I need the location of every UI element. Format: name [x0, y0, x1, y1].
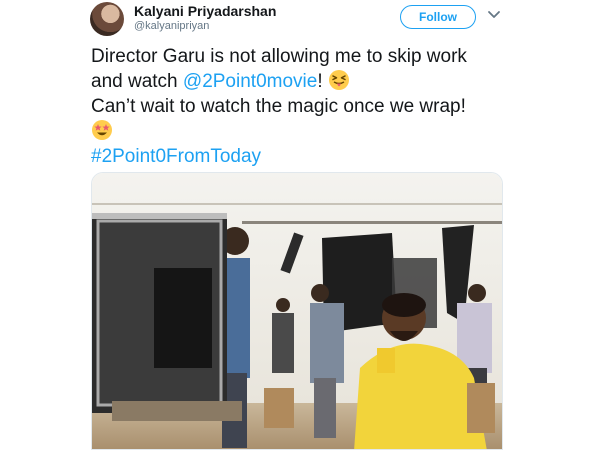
tweet-line-4 [91, 119, 551, 144]
tweet-line-2: and watch @2Point0movie! [91, 69, 551, 94]
mention-link[interactable]: @2Point0movie [183, 71, 317, 92]
tweet-line-3: Can’t wait to watch the magic once we wr… [91, 96, 466, 117]
tweet-text: Director Garu is not allowing me to skip… [91, 44, 551, 169]
star-struck-emoji-icon [92, 120, 112, 140]
chevron-down-icon[interactable] [487, 8, 501, 22]
squinting-tongue-emoji-icon [328, 70, 349, 90]
follow-button[interactable]: Follow [400, 5, 476, 29]
tweet-line-2-pre: and watch [91, 71, 183, 92]
user-name[interactable]: Kalyani Priyadarshan [134, 3, 276, 19]
set-photo-image [92, 173, 502, 449]
tweet-line-1: Director Garu is not allowing me to skip… [91, 46, 467, 67]
tweet-media-photo[interactable] [91, 172, 503, 450]
tweet-line-2-post: ! [317, 71, 323, 92]
avatar[interactable] [90, 2, 124, 36]
hashtag-link[interactable]: #2Point0FromToday [91, 144, 551, 169]
user-handle[interactable]: @kalyanipriyan [134, 20, 209, 32]
